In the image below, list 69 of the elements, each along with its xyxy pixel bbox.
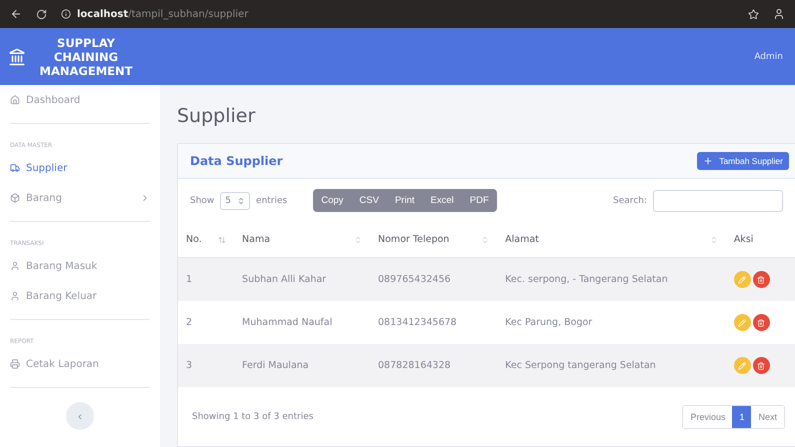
star-icon[interactable] [748, 8, 759, 20]
home-icon [10, 95, 20, 105]
export-button[interactable]: Excel [422, 189, 462, 212]
export-button[interactable]: Print [386, 189, 423, 212]
box-icon [10, 193, 20, 203]
person-icon [10, 291, 20, 301]
pencil-icon [738, 362, 746, 370]
trash-icon [757, 318, 766, 326]
table-cell: 3 [186, 360, 192, 371]
brand-name[interactable]: SUPPLAY CHAINING MANAGEMENT [26, 36, 146, 78]
pencil-icon [738, 318, 746, 326]
entries-label: entries [256, 196, 288, 206]
page-title: Supplier [177, 105, 256, 127]
add-supplier-button[interactable]: Tambah Supplier [697, 152, 789, 170]
column-header[interactable]: No. [186, 234, 202, 245]
sort-icon [481, 236, 490, 244]
table-cell: Kec Serpong tangerang Selatan [505, 360, 656, 371]
sidebar-item[interactable]: Cetak Laporan [10, 349, 150, 379]
plus-icon [703, 156, 714, 166]
table-cell: Subhan Alli Kahar [242, 274, 326, 285]
truck-icon [10, 163, 20, 173]
user-name[interactable]: Admin [754, 52, 783, 62]
table-cell: Kec. serpong, - Tangerang Selatan [505, 274, 668, 285]
column-header[interactable]: Alamat [505, 234, 539, 245]
sidebar-item[interactable]: Barang Keluar [10, 281, 150, 311]
sort-icon [710, 236, 718, 244]
show-label: Show [190, 196, 214, 206]
table-cell: 087828164328 [378, 360, 451, 371]
sidebar-item[interactable]: Dashboard [10, 85, 150, 115]
table-cell: Kec Parung, Bogor [505, 317, 592, 328]
bank-icon [8, 48, 26, 66]
info-icon [61, 9, 71, 19]
column-header[interactable]: Nomor Telepon [378, 234, 450, 245]
export-button[interactable]: Copy [313, 189, 352, 212]
table-cell: 0813412345678 [378, 317, 457, 328]
entries-select[interactable]: 5 [220, 192, 250, 210]
sidebar-toggle[interactable]: ‹ [66, 402, 94, 430]
sidebar-item[interactable]: Barang [10, 183, 150, 213]
export-button[interactable]: CSV [351, 189, 387, 212]
table-info: Showing 1 to 3 of 3 entries [192, 412, 314, 422]
column-header[interactable]: Nama [242, 234, 270, 245]
table-cell: 089765432456 [378, 274, 451, 285]
card-title: Data Supplier [190, 154, 283, 168]
table-cell: 1 [186, 274, 192, 285]
trash-icon [757, 276, 766, 284]
delete-button[interactable] [752, 314, 770, 331]
export-button[interactable]: PDF [462, 189, 497, 212]
sidebar-item[interactable]: Barang Masuk [10, 251, 150, 281]
trash-icon [757, 362, 766, 370]
person-icon [10, 261, 20, 271]
delete-button[interactable] [752, 357, 770, 374]
reload-icon[interactable] [36, 8, 47, 20]
pencil-icon [738, 276, 746, 284]
table-cell: 2 [186, 317, 192, 328]
table-cell: Muhammad Naufal [242, 317, 332, 328]
search-field[interactable] [653, 190, 783, 212]
printer-icon [10, 359, 20, 369]
url-text[interactable]: localhost/tampil_subhan/supplier [77, 8, 248, 20]
table-cell: Ferdi Maulana [242, 360, 309, 371]
sort-icon [354, 236, 362, 244]
sort-icon [218, 236, 226, 244]
search-label: Search: [613, 196, 647, 206]
pagination-button[interactable]: 1 [732, 406, 752, 428]
column-header[interactable]: Aksi [734, 234, 754, 245]
profile-icon[interactable] [773, 8, 785, 20]
updown-icon [237, 196, 246, 204]
sidebar-item[interactable]: Supplier [10, 153, 150, 183]
delete-button[interactable] [752, 271, 770, 288]
back-icon[interactable] [10, 8, 22, 20]
